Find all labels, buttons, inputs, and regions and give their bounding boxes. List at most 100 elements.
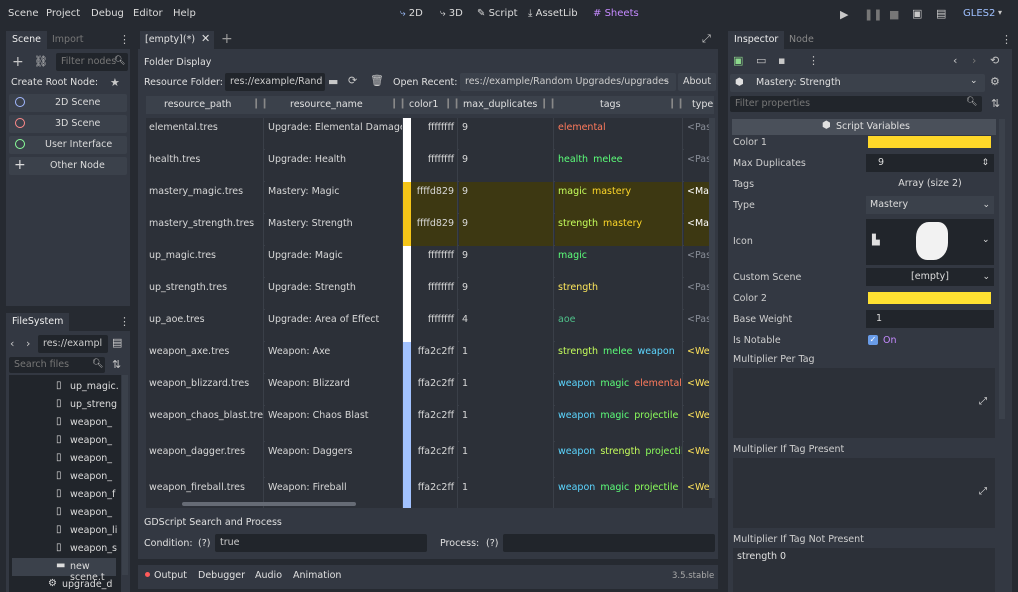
cell-tags[interactable]: weapon magic elemental	[555, 374, 683, 406]
expand-icon[interactable]: ⤢	[979, 396, 987, 407]
cell-resource-name[interactable]: Mastery: Strength	[265, 214, 403, 246]
table-row[interactable]: weapon_blizzard.tres Weapon: Blizzard ffa2…	[146, 374, 712, 406]
cell-type[interactable]: <Weap	[684, 342, 712, 374]
col-resize-handle[interactable]: ❙❙	[390, 98, 407, 109]
tab-inspector[interactable]: Inspector	[728, 31, 785, 49]
cell-color1[interactable]: ffffd829	[411, 182, 458, 214]
cell-resource-path[interactable]: weapon_blizzard.tres	[146, 374, 264, 406]
cell-max-duplicates[interactable]: 1	[459, 406, 554, 442]
cell-color1[interactable]: ffa2c2ff	[411, 442, 458, 478]
cell-tags[interactable]: health melee	[555, 150, 683, 182]
user-interface-button[interactable]: User Interface	[9, 136, 127, 154]
mode-assetlib-button[interactable]: ⤓ AssetLib	[528, 8, 578, 19]
col-resize-handle[interactable]: ❙❙	[444, 98, 461, 109]
file-tree-scrollbar[interactable]	[122, 375, 128, 575]
table-row[interactable]: elemental.tres Upgrade: Elemental Damage f…	[146, 118, 712, 150]
folder-icon[interactable]: ▬	[328, 75, 338, 88]
forward-icon[interactable]: ›	[26, 337, 30, 350]
cell-max-duplicates[interactable]: 4	[459, 310, 554, 342]
other-node-button[interactable]: + Other Node	[9, 157, 127, 175]
cell-resource-name[interactable]: Upgrade: Health	[265, 150, 403, 182]
cell-resource-name[interactable]: Weapon: Blizzard	[265, 374, 403, 406]
file-item[interactable]: ▯ weapon_	[12, 432, 116, 450]
tab-output[interactable]: Output	[154, 570, 187, 581]
cell-max-duplicates[interactable]: 9	[459, 182, 554, 214]
renderer-selector[interactable]: GLES2	[963, 8, 995, 19]
split-mode-icon[interactable]: ▤	[112, 336, 122, 349]
new-tab-icon[interactable]: +	[221, 31, 233, 47]
cell-resource-path[interactable]: weapon_dagger.tres	[146, 442, 264, 478]
cell-max-duplicates[interactable]: 9	[459, 118, 554, 150]
table-row[interactable]: weapon_chaos_blast.tres Weapon: Chaos Bla…	[146, 406, 712, 442]
back-icon[interactable]: ‹	[10, 337, 14, 350]
cell-color1[interactable]: ffa2c2ff	[411, 406, 458, 442]
color1-swatch[interactable]	[868, 136, 991, 148]
cell-resource-path[interactable]: mastery_magic.tres	[146, 182, 264, 214]
file-item[interactable]: ▯ up_streng	[12, 396, 117, 414]
cell-type[interactable]: <Mast	[684, 182, 712, 214]
inspector-scrollbar[interactable]	[999, 119, 1005, 419]
link-icon[interactable]: ⛓	[34, 55, 48, 68]
file-item[interactable]: ▬ new scene.t	[12, 558, 116, 583]
cell-color1[interactable]: ffffffff	[411, 310, 458, 342]
color2-swatch[interactable]	[868, 292, 991, 304]
cell-tags[interactable]: elemental	[555, 118, 683, 150]
cell-tags[interactable]: weaponmagicprojectileelemental	[555, 478, 683, 508]
cell-tags[interactable]: magic mastery	[555, 182, 683, 214]
base-weight-field[interactable]: 1	[866, 310, 994, 328]
open-recent-dropdown[interactable]: res://example/Random Upgrades/upgrades	[460, 73, 676, 91]
tags-array-button[interactable]: Array (size 2)	[866, 175, 994, 193]
table-row[interactable]: weapon_dagger.tres Weapon: Daggers ffa2c2f…	[146, 442, 712, 478]
add-node-icon[interactable]: +	[12, 54, 24, 70]
table-row[interactable]: weapon_axe.tres Weapon: Axe ffa2c2ff 1 stren…	[146, 342, 712, 374]
menu-project[interactable]: Project	[46, 8, 80, 19]
tab-node[interactable]: Node	[783, 31, 820, 49]
table-vscroll[interactable]	[709, 118, 715, 498]
file-item[interactable]: ▯ up_magic.	[12, 378, 119, 396]
2d-scene-button[interactable]: 2D Scene	[9, 94, 127, 112]
cell-tags[interactable]: magic	[555, 246, 683, 278]
mult-per-tag-editor[interactable]: ⤢	[733, 368, 995, 438]
object-tools-icon[interactable]: ⚙	[990, 75, 1000, 88]
mode-2d-button[interactable]: ⤷ 2D	[400, 8, 423, 19]
cell-type[interactable]: <Pass	[684, 118, 712, 150]
cell-max-duplicates[interactable]: 1	[459, 342, 554, 374]
stop-icon[interactable]: ■	[889, 8, 899, 21]
icon-picker[interactable]: ▙ ⌄	[866, 219, 994, 265]
mult-if-present-editor[interactable]: ⤢	[733, 458, 995, 528]
object-selector[interactable]: ⬢ Mastery: Strength ⌄	[730, 74, 985, 92]
cell-color1[interactable]: ffffffff	[411, 278, 458, 310]
table-row[interactable]: mastery_magic.tres Mastery: Magic ffffd829…	[146, 182, 712, 214]
cell-type[interactable]: <Weap	[684, 478, 712, 508]
back-icon[interactable]: ‹	[953, 54, 957, 67]
cell-type[interactable]: <Pass	[684, 246, 712, 278]
cell-type[interactable]: <Pass	[684, 150, 712, 182]
cell-resource-path[interactable]: elemental.tres	[146, 118, 264, 150]
cell-color1[interactable]: ffffffff	[411, 150, 458, 182]
play-custom-icon[interactable]: ▤	[936, 7, 946, 20]
process-input[interactable]	[503, 534, 715, 552]
new-resource-icon[interactable]: ▣	[733, 54, 743, 67]
refresh-icon[interactable]: ⟳	[348, 74, 357, 87]
sort-icon[interactable]: ⇅	[112, 358, 121, 371]
file-item[interactable]: ▯ weapon_	[12, 450, 116, 468]
menu-dots-icon[interactable]: ⋮	[1001, 33, 1012, 46]
tab-import[interactable]: Import	[46, 31, 90, 49]
table-row[interactable]: up_strength.tres Upgrade: Strength fffffff…	[146, 278, 712, 310]
tab-empty-scene[interactable]: [empty](*) ✕	[140, 31, 214, 49]
cell-color1[interactable]: ffa2c2ff	[411, 478, 458, 508]
col-tags[interactable]: tags	[600, 99, 621, 110]
col-max-duplicates[interactable]: max_duplicates	[463, 99, 537, 110]
pause-icon[interactable]: ❚❚	[864, 8, 882, 21]
table-row[interactable]: up_magic.tres Upgrade: Magic ffffffff 9 magi…	[146, 246, 712, 278]
cell-type[interactable]: <Weap	[684, 374, 712, 406]
is-notable-checkbox[interactable]: ✓	[868, 335, 878, 345]
save-icon[interactable]: ▪	[778, 54, 785, 67]
menu-dots-icon[interactable]: ⋮	[119, 315, 130, 328]
cell-tags[interactable]: weaponmagicprojectilelegendary	[555, 406, 683, 442]
forward-icon[interactable]: ›	[972, 54, 976, 67]
favorite-star-icon[interactable]: ★	[110, 76, 120, 89]
cell-tags[interactable]: strength melee weapon	[555, 342, 683, 374]
tab-audio[interactable]: Audio	[255, 570, 282, 581]
path-field[interactable]: res://exampl	[38, 335, 108, 353]
